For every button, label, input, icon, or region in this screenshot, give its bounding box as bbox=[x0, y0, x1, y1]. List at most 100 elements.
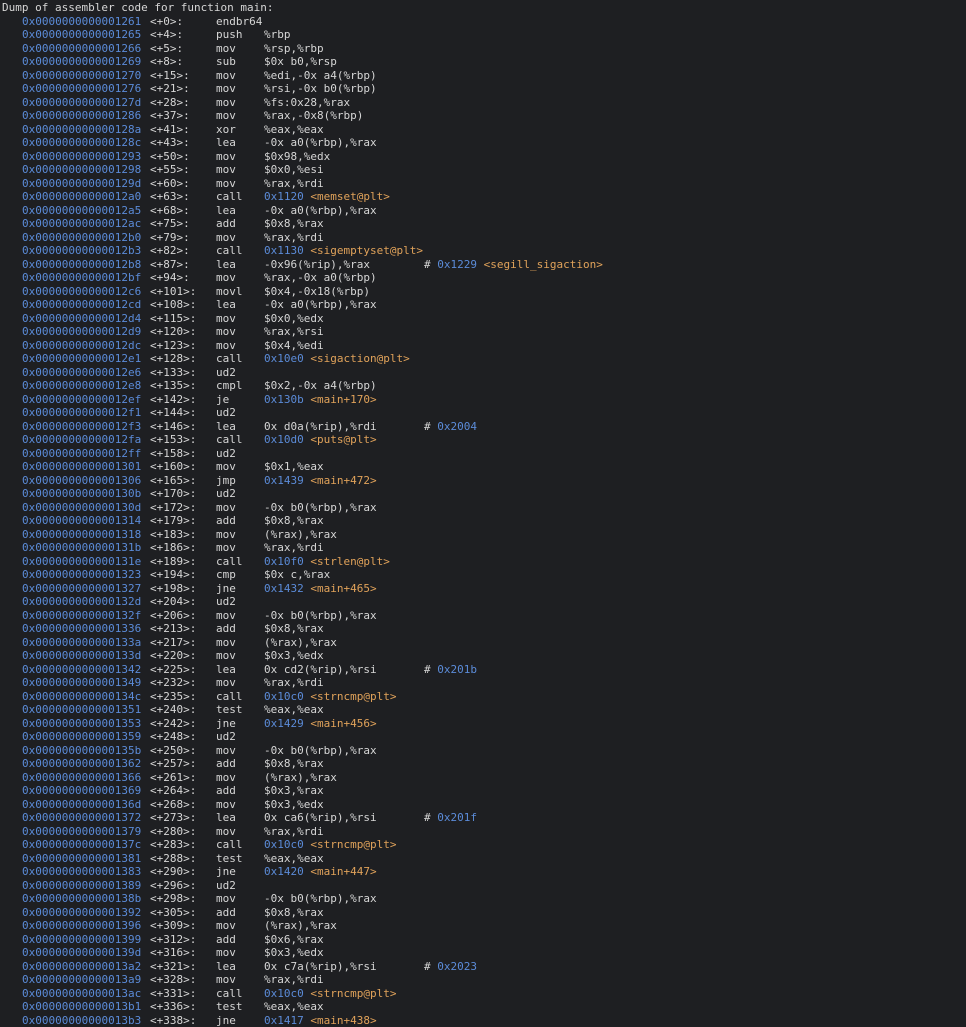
asm-line: 0x0000000000001265<+4>:push%rbp bbox=[2, 28, 966, 42]
instruction-address: 0x0000000000001381 bbox=[22, 852, 141, 866]
branch-target-symbol: <main+438> bbox=[310, 1014, 376, 1027]
instruction-address: 0x000000000000138b bbox=[22, 892, 141, 906]
instruction-operands: $0x8,%rax bbox=[264, 622, 324, 636]
instruction-mnemonic: ud2 bbox=[216, 487, 236, 501]
instruction-address: 0x00000000000012e6 bbox=[22, 366, 141, 380]
instruction-offset: <+312>: bbox=[150, 933, 196, 947]
instruction-offset: <+165>: bbox=[150, 474, 196, 488]
instruction-offset: <+158>: bbox=[150, 447, 196, 461]
instruction-offset: <+198>: bbox=[150, 582, 196, 596]
asm-line: 0x00000000000012e8<+135>:cmpl$0x2,-0x a4… bbox=[2, 379, 966, 393]
branch-target-symbol: <memset@plt> bbox=[310, 190, 389, 203]
instruction-address: 0x0000000000001306 bbox=[22, 474, 141, 488]
instruction-offset: <+28>: bbox=[150, 96, 190, 110]
asm-line: 0x000000000000139d<+316>:mov$0x3,%edx bbox=[2, 946, 966, 960]
branch-target-address: 0x1120 bbox=[264, 190, 304, 203]
instruction-offset: <+128>: bbox=[150, 352, 196, 366]
instruction-offset: <+194>: bbox=[150, 568, 196, 582]
branch-target-address: 0x1417 bbox=[264, 1014, 304, 1027]
instruction-operands: 0x1432 <main+465> bbox=[264, 582, 377, 596]
instruction-address: 0x000000000000133a bbox=[22, 636, 141, 650]
instruction-operands: $0x3,%edx bbox=[264, 798, 324, 812]
instruction-address: 0x00000000000013a9 bbox=[22, 973, 141, 987]
instruction-offset: <+8>: bbox=[150, 55, 183, 69]
instruction-operands: $0x8,%rax bbox=[264, 757, 324, 771]
instruction-offset: <+248>: bbox=[150, 730, 196, 744]
instruction-address: 0x0000000000001351 bbox=[22, 703, 141, 717]
instruction-mnemonic: jne bbox=[216, 582, 236, 596]
instruction-mnemonic: lea bbox=[216, 204, 236, 218]
instruction-offset: <+0>: bbox=[150, 15, 183, 29]
asm-line: 0x0000000000001314<+179>:add$0x8,%rax bbox=[2, 514, 966, 528]
resolved-address-comment: # 0x1229 <segill_sigaction> bbox=[424, 258, 603, 272]
instruction-mnemonic: mov bbox=[216, 825, 236, 839]
instruction-address: 0x000000000000136d bbox=[22, 798, 141, 812]
disassembly-header: Dump of assembler code for function main… bbox=[2, 1, 966, 15]
instruction-address: 0x00000000000012b3 bbox=[22, 244, 141, 258]
instruction-mnemonic: call bbox=[216, 555, 243, 569]
instruction-mnemonic: mov bbox=[216, 325, 236, 339]
instruction-mnemonic: xor bbox=[216, 123, 236, 137]
instruction-mnemonic: mov bbox=[216, 609, 236, 623]
instruction-operands: 0x d0a(%rip),%rdi bbox=[264, 420, 377, 434]
instruction-address: 0x0000000000001269 bbox=[22, 55, 141, 69]
instruction-address: 0x0000000000001293 bbox=[22, 150, 141, 164]
instruction-address: 0x0000000000001323 bbox=[22, 568, 141, 582]
branch-target-address: 0x10c0 bbox=[264, 987, 304, 1000]
asm-line: 0x00000000000012b8<+87>:lea-0x96(%rip),%… bbox=[2, 258, 966, 272]
asm-line: 0x000000000000133a<+217>:mov(%rax),%rax bbox=[2, 636, 966, 650]
instruction-mnemonic: mov bbox=[216, 919, 236, 933]
asm-line: 0x00000000000012dc<+123>:mov$0x4,%edi bbox=[2, 339, 966, 353]
comment-address: 0x2004 bbox=[437, 420, 477, 433]
instruction-address: 0x00000000000012f3 bbox=[22, 420, 141, 434]
asm-line: 0x00000000000012ff<+158>:ud2 bbox=[2, 447, 966, 461]
instruction-operands: $0x3,%edx bbox=[264, 649, 324, 663]
instruction-operands: 0x10e0 <sigaction@plt> bbox=[264, 352, 410, 366]
instruction-address: 0x00000000000013ac bbox=[22, 987, 141, 1001]
instruction-mnemonic: mov bbox=[216, 339, 236, 353]
instruction-operands: %eax,%eax bbox=[264, 1000, 324, 1014]
asm-line: 0x0000000000001366<+261>:mov(%rax),%rax bbox=[2, 771, 966, 785]
instruction-operands: (%rax),%rax bbox=[264, 528, 337, 542]
instruction-offset: <+206>: bbox=[150, 609, 196, 623]
instruction-offset: <+179>: bbox=[150, 514, 196, 528]
instruction-operands: 0x1420 <main+447> bbox=[264, 865, 377, 879]
instruction-operands: $0x0,%edx bbox=[264, 312, 324, 326]
asm-line: 0x00000000000013b1<+336>:test%eax,%eax bbox=[2, 1000, 966, 1014]
branch-target-address: 0x1432 bbox=[264, 582, 304, 595]
branch-target-symbol: <main+465> bbox=[310, 582, 376, 595]
branch-target-symbol: <sigemptyset@plt> bbox=[310, 244, 423, 257]
instruction-address: 0x0000000000001266 bbox=[22, 42, 141, 56]
instruction-address: 0x000000000000128a bbox=[22, 123, 141, 137]
instruction-mnemonic: cmp bbox=[216, 568, 236, 582]
instruction-address: 0x00000000000013a2 bbox=[22, 960, 141, 974]
instruction-offset: <+144>: bbox=[150, 406, 196, 420]
instruction-offset: <+338>: bbox=[150, 1014, 196, 1027]
instruction-offset: <+296>: bbox=[150, 879, 196, 893]
branch-target-address: 0x10d0 bbox=[264, 433, 304, 446]
branch-target-symbol: <main+472> bbox=[310, 474, 376, 487]
asm-line: 0x0000000000001286<+37>:mov%rax,-0x8(%rb… bbox=[2, 109, 966, 123]
asm-line: 0x0000000000001298<+55>:mov$0x0,%esi bbox=[2, 163, 966, 177]
instruction-offset: <+321>: bbox=[150, 960, 196, 974]
instruction-address: 0x000000000000128c bbox=[22, 136, 141, 150]
instruction-offset: <+4>: bbox=[150, 28, 183, 42]
instruction-offset: <+94>: bbox=[150, 271, 190, 285]
instruction-operands: %rax,%rdi bbox=[264, 676, 324, 690]
asm-line: 0x0000000000001372<+273>:lea0x ca6(%rip)… bbox=[2, 811, 966, 825]
instruction-operands: %rax,%rdi bbox=[264, 177, 324, 191]
instruction-offset: <+41>: bbox=[150, 123, 190, 137]
comment-address: 0x201b bbox=[437, 663, 477, 676]
instruction-offset: <+101>: bbox=[150, 285, 196, 299]
instruction-offset: <+189>: bbox=[150, 555, 196, 569]
instruction-mnemonic: mov bbox=[216, 177, 236, 191]
asm-line: 0x0000000000001349<+232>:mov%rax,%rdi bbox=[2, 676, 966, 690]
instruction-mnemonic: mov bbox=[216, 42, 236, 56]
instruction-mnemonic: call bbox=[216, 190, 243, 204]
instruction-operands: %rax,%rdi bbox=[264, 541, 324, 555]
instruction-address: 0x00000000000012a0 bbox=[22, 190, 141, 204]
instruction-operands: %edi,-0x a4(%rbp) bbox=[264, 69, 377, 83]
instruction-offset: <+268>: bbox=[150, 798, 196, 812]
instruction-offset: <+264>: bbox=[150, 784, 196, 798]
terminal-window[interactable]: Dump of assembler code for function main… bbox=[0, 0, 966, 1024]
